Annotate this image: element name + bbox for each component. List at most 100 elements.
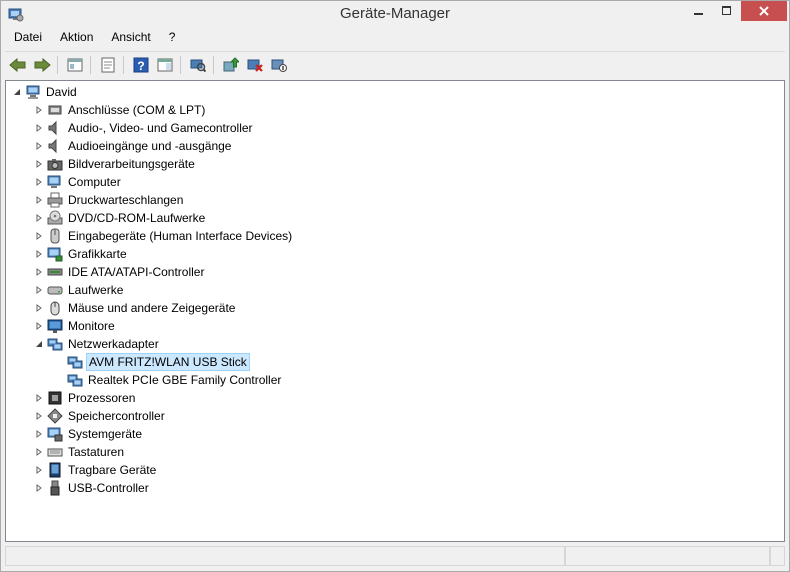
menu-aktion[interactable]: Aktion (51, 28, 102, 48)
expand-arrow-icon[interactable] (34, 461, 44, 479)
tree-category-row[interactable]: Tastaturen (34, 443, 126, 461)
speaker-icon (47, 120, 63, 136)
camera-icon (47, 156, 63, 172)
tree-category-row[interactable]: Computer (34, 173, 123, 191)
tree-category-label: Tastaturen (68, 445, 125, 459)
device-tree[interactable]: David Anschlüsse (COM & LPT) Audio-, Vide… (5, 80, 785, 542)
tree-category-label: DVD/CD-ROM-Laufwerke (68, 211, 206, 225)
tree-category-row[interactable]: Tragbare Geräte (34, 461, 158, 479)
minimize-icon (693, 13, 703, 15)
expand-arrow-icon[interactable] (34, 155, 44, 173)
computer-icon (47, 174, 63, 190)
tree-category-row[interactable]: Laufwerke (34, 281, 125, 299)
collapse-arrow-icon[interactable] (12, 83, 22, 101)
port-icon (47, 102, 63, 118)
hid-icon (47, 228, 63, 244)
display-adapter-icon (47, 246, 63, 262)
expand-arrow-icon[interactable] (34, 299, 44, 317)
expand-arrow-icon[interactable] (34, 227, 44, 245)
back-button[interactable] (7, 54, 29, 76)
expand-arrow-icon[interactable] (34, 245, 44, 263)
toolbar: ? (5, 51, 785, 77)
status-bar-resize-grip[interactable] (770, 546, 785, 566)
scan-hardware-icon (190, 59, 206, 72)
properties-button[interactable] (97, 54, 119, 76)
tree-device-row[interactable]: Realtek PCIe GBE Family Controller (54, 371, 283, 389)
tree-category-row[interactable]: Audioeingänge und -ausgänge (34, 137, 233, 155)
expand-arrow-icon[interactable] (34, 173, 44, 191)
tree-category-row[interactable]: Systemgeräte (34, 425, 144, 443)
toolbar-separator (213, 55, 214, 74)
tree-category-row[interactable]: USB-Controller (34, 479, 151, 497)
mouse-icon (47, 300, 63, 316)
toolbar-separator (57, 55, 58, 74)
system-device-icon (47, 426, 63, 442)
tree-category-row[interactable]: Netzwerkadapter (34, 335, 161, 353)
tree-device-row[interactable]: AVM FRITZ!WLAN USB Stick (54, 353, 250, 371)
menu-datei[interactable]: Datei (5, 28, 51, 48)
expand-arrow-icon[interactable] (34, 443, 44, 461)
minimize-button[interactable] (685, 1, 712, 21)
action-pane-button[interactable] (154, 54, 176, 76)
collapse-arrow-icon[interactable] (34, 335, 44, 353)
tree-category-label: Audio-, Video- und Gamecontroller (68, 121, 253, 135)
expand-arrow-icon[interactable] (34, 137, 44, 155)
menu-help[interactable]: ? (160, 28, 185, 48)
uninstall-device-button[interactable] (244, 54, 266, 76)
tree-category-label: Druckwarteschlangen (68, 193, 184, 207)
expand-arrow-icon[interactable] (34, 191, 44, 209)
toolbar-separator (123, 55, 124, 74)
menu-ansicht[interactable]: Ansicht (102, 28, 159, 48)
tree-category-row[interactable]: Prozessoren (34, 389, 137, 407)
tree-category-label: IDE ATA/ATAPI-Controller (68, 265, 205, 279)
expand-arrow-icon[interactable] (34, 101, 44, 119)
tree-category-row[interactable]: Anschlüsse (COM & LPT) (34, 101, 207, 119)
expand-arrow-icon[interactable] (34, 407, 44, 425)
tree-category-label: Speichercontroller (68, 409, 165, 423)
expand-arrow-icon[interactable] (34, 281, 44, 299)
tree-category-label: Computer (68, 175, 121, 189)
expand-arrow-icon[interactable] (34, 425, 44, 443)
tree-root-row[interactable]: David (12, 83, 79, 101)
tree-category-row[interactable]: Druckwarteschlangen (34, 191, 185, 209)
disable-device-button[interactable] (268, 54, 290, 76)
speaker-icon (47, 138, 63, 154)
expand-arrow-icon[interactable] (34, 209, 44, 227)
processor-icon (47, 390, 63, 406)
tree-category-label: Audioeingänge und -ausgänge (68, 139, 232, 153)
update-driver-icon (223, 56, 239, 71)
help-button[interactable]: ? (130, 54, 152, 76)
forward-button[interactable] (31, 54, 53, 76)
toolbar-separator (180, 55, 181, 74)
tree-category-row[interactable]: Monitore (34, 317, 117, 335)
tree-category-row[interactable]: Audio-, Video- und Gamecontroller (34, 119, 255, 137)
tree-category-label: Bildverarbeitungsgeräte (68, 157, 195, 171)
tree-category-row[interactable]: Grafikkarte (34, 245, 129, 263)
tree-category-row[interactable]: Speichercontroller (34, 407, 167, 425)
action-pane-icon (157, 58, 173, 71)
ide-controller-icon (47, 264, 63, 280)
maximize-button[interactable] (713, 1, 740, 21)
expand-arrow-icon[interactable] (34, 479, 44, 497)
expand-arrow-icon[interactable] (34, 317, 44, 335)
tree-device-label: AVM FRITZ!WLAN USB Stick (86, 353, 250, 371)
close-button[interactable] (741, 1, 787, 21)
maximize-icon (721, 6, 731, 15)
expand-arrow-icon[interactable] (34, 389, 44, 407)
arrow-right-icon (34, 57, 51, 72)
tree-category-row[interactable]: Bildverarbeitungsgeräte (34, 155, 197, 173)
window-title: Geräte-Manager (339, 5, 451, 22)
status-bar (5, 546, 785, 568)
title-bar[interactable]: Geräte-Manager (1, 1, 789, 27)
tree-category-label: Anschlüsse (COM & LPT) (68, 103, 206, 117)
expand-arrow-icon[interactable] (34, 263, 44, 281)
tree-category-row[interactable]: IDE ATA/ATAPI-Controller (34, 263, 206, 281)
network-adapter-icon (47, 336, 63, 352)
scan-hardware-button[interactable] (187, 54, 209, 76)
tree-category-row[interactable]: Eingabegeräte (Human Interface Devices) (34, 227, 294, 245)
expand-arrow-icon[interactable] (34, 119, 44, 137)
tree-category-row[interactable]: DVD/CD-ROM-Laufwerke (34, 209, 207, 227)
update-driver-button[interactable] (220, 54, 242, 76)
tree-category-row[interactable]: Mäuse und andere Zeigegeräte (34, 299, 237, 317)
show-hide-console-tree-button[interactable] (64, 54, 86, 76)
